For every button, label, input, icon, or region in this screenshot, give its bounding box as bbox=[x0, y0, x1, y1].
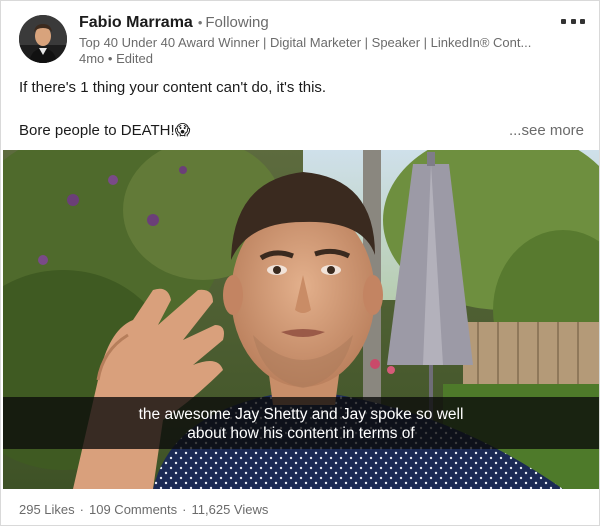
video-caption: the awesome Jay Shetty and Jay spoke so … bbox=[3, 405, 599, 443]
post-header: Fabio Marrama • Following Top 40 Under 40 … bbox=[19, 11, 589, 71]
comments-count[interactable]: 109 Comments bbox=[89, 502, 177, 517]
author-headline: Top 40 Under 40 Award Winner | Digital M… bbox=[79, 35, 532, 50]
views-count: 11,625 Views bbox=[191, 502, 269, 517]
post-meta: 4mo • Edited bbox=[79, 51, 153, 66]
author-avatar[interactable] bbox=[19, 15, 67, 63]
caption-line-2: about how his content in terms of bbox=[187, 425, 415, 442]
more-options-icon bbox=[561, 18, 566, 24]
author-name[interactable]: Fabio Marrama bbox=[79, 14, 193, 31]
more-options-button[interactable] bbox=[559, 13, 587, 29]
post-text-line-1: If there's 1 thing your content can't do… bbox=[19, 79, 327, 96]
more-options-icon bbox=[580, 18, 585, 24]
follow-status[interactable]: Following bbox=[205, 14, 268, 31]
separator-dot: • bbox=[197, 15, 203, 30]
more-options-icon bbox=[570, 18, 576, 24]
stat-separator: · bbox=[79, 502, 84, 517]
caption-line-1: the awesome Jay Shetty and Jay spoke so … bbox=[138, 406, 464, 423]
avatar-photo bbox=[19, 15, 67, 63]
author-line: Fabio Marrama • Following bbox=[79, 13, 269, 33]
post-text-line-2: Bore people to DEATH!😱 bbox=[19, 122, 191, 139]
likes-count[interactable]: 295 Likes bbox=[19, 502, 75, 517]
see-more-link[interactable]: ...see more bbox=[509, 121, 584, 141]
video-player[interactable]: the awesome Jay Shetty and Jay spoke so … bbox=[3, 150, 599, 489]
stat-separator: · bbox=[182, 502, 187, 517]
social-counts: 295 Likes · 109 Comments · 11,625 Views bbox=[19, 501, 268, 519]
feed-post-card: Fabio Marrama • Following Top 40 Under 40 … bbox=[0, 0, 600, 526]
